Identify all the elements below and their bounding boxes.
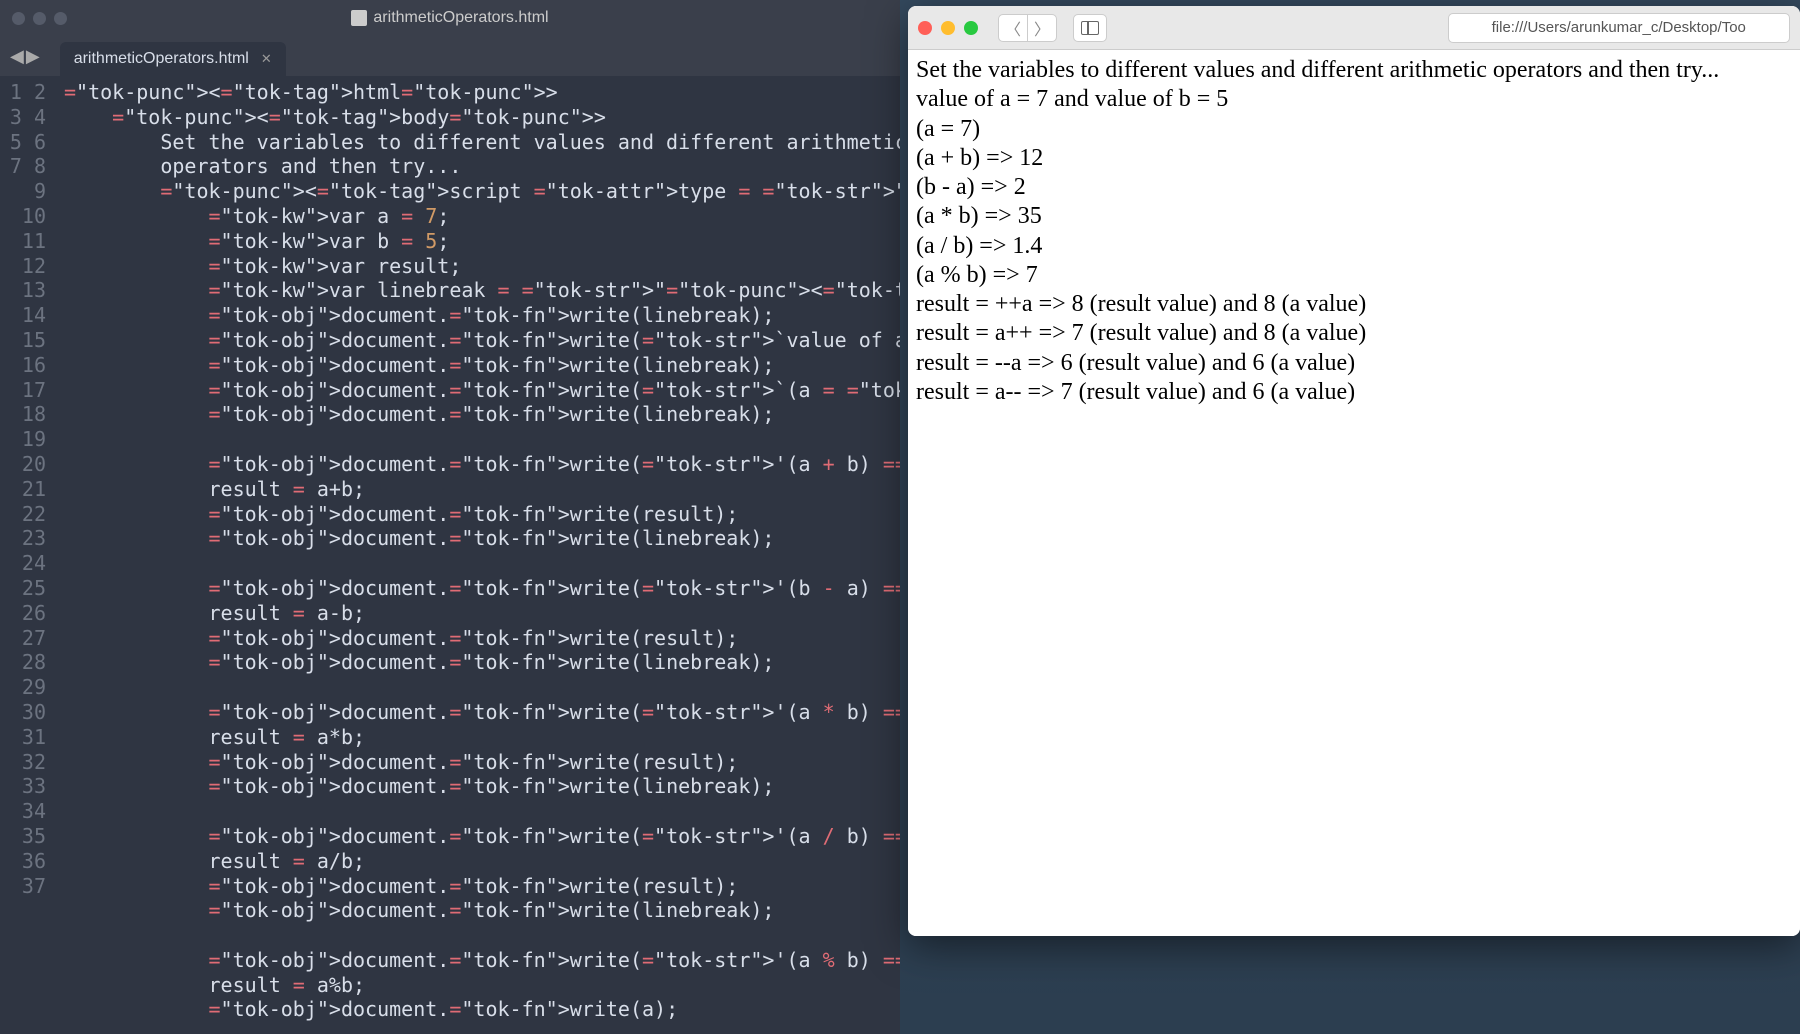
browser-content: Set the variables to different values an… [908,50,1800,936]
browser-forward-button[interactable]: 〉 [1027,14,1057,42]
editor-window: arithmeticOperators.html ◀ ▶ arithmeticO… [0,0,900,1034]
close-icon[interactable] [918,21,932,35]
browser-back-button[interactable]: 〈 [998,14,1028,42]
maximize-icon[interactable] [964,21,978,35]
editor-traffic-lights[interactable] [12,12,67,25]
output-line: (b - a) => 2 [916,173,1792,202]
output-line: value of a = 7 and value of b = 5 [916,85,1792,114]
output-line: result = a-- => 7 (result value) and 6 (… [916,378,1792,407]
editor-title-text: arithmeticOperators.html [373,9,548,27]
code-area[interactable]: ="tok-punc"><="tok-tag">html="tok-punc">… [56,76,900,1034]
nav-back-icon[interactable]: ◀ [10,46,24,67]
output-line: (a + b) => 12 [916,144,1792,173]
sidebar-icon [1081,21,1099,35]
browser-traffic-lights[interactable] [918,21,978,35]
output-line: (a % b) => 7 [916,261,1792,290]
maximize-icon[interactable] [54,12,67,25]
editor-toolbar: ◀ ▶ arithmeticOperators.html ✕ [0,36,900,76]
editor-title: arithmeticOperators.html [0,9,900,27]
minimize-icon[interactable] [941,21,955,35]
browser-titlebar: 〈 〉 file:///Users/arunkumar_c/Desktop/To… [908,6,1800,50]
desktop: arithmeticOperators.html ◀ ▶ arithmeticO… [0,0,1800,1034]
browser-window: 〈 〉 file:///Users/arunkumar_c/Desktop/To… [908,6,1800,936]
line-number-gutter: 1 2 3 4 5 6 7 8 9 10 11 12 13 14 15 16 1… [0,76,56,1034]
close-icon[interactable] [12,12,25,25]
file-tab[interactable]: arithmeticOperators.html ✕ [60,42,286,76]
file-tab-label: arithmeticOperators.html [74,50,249,68]
output-line: (a * b) => 35 [916,202,1792,231]
tab-close-icon[interactable]: ✕ [261,51,272,67]
output-line: result = --a => 6 (result value) and 6 (… [916,349,1792,378]
editor-nav-arrows: ◀ ▶ [10,46,40,67]
minimize-icon[interactable] [33,12,46,25]
browser-sidebar-button[interactable] [1073,14,1107,42]
output-line: Set the variables to different values an… [916,56,1792,85]
file-icon [351,10,367,26]
editor-titlebar: arithmeticOperators.html [0,0,900,36]
output-line: (a / b) => 1.4 [916,232,1792,261]
output-line: (a = 7) [916,115,1792,144]
browser-address-bar[interactable]: file:///Users/arunkumar_c/Desktop/Too [1448,13,1791,43]
nav-forward-icon[interactable]: ▶ [26,46,40,67]
editor-body: 1 2 3 4 5 6 7 8 9 10 11 12 13 14 15 16 1… [0,76,900,1034]
browser-url-text: file:///Users/arunkumar_c/Desktop/Too [1492,19,1746,36]
output-line: result = a++ => 7 (result value) and 8 (… [916,319,1792,348]
output-line: result = ++a => 8 (result value) and 8 (… [916,290,1792,319]
